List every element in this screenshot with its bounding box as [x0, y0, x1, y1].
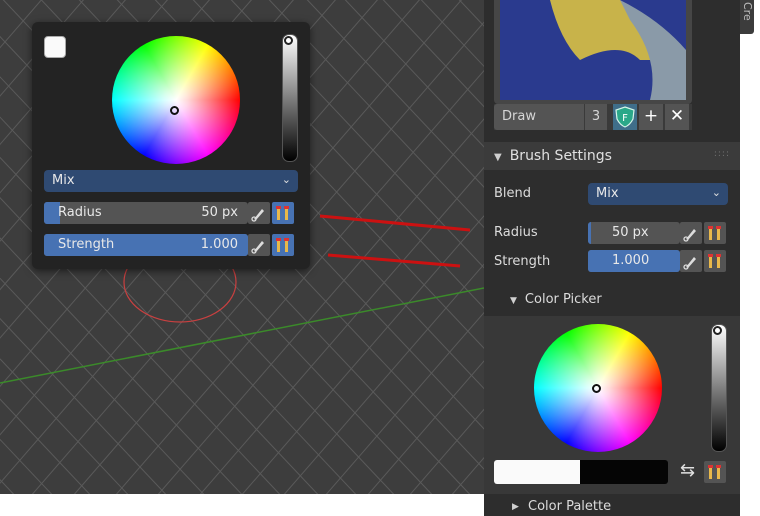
unlink-brush-button[interactable]: ✕ — [665, 104, 689, 130]
properties-panel: Draw 3 F + ✕ ▼ Brush Settings :::: Blend … — [484, 0, 740, 494]
pen-pressure-icon — [251, 209, 264, 222]
annotation-line-strength — [327, 253, 461, 268]
strength-pressure-button[interactable] — [680, 250, 702, 272]
color-palette-header[interactable]: ▶ Color Palette — [484, 494, 740, 516]
color-palette-title: Color Palette — [528, 499, 612, 514]
color-picker-title: Color Picker — [524, 292, 602, 307]
value-knob[interactable] — [713, 326, 722, 335]
brush-thumbnail-image — [500, 0, 686, 100]
brush-users-value: 3 — [591, 109, 601, 124]
chevron-down-icon: ⌄ — [711, 186, 721, 199]
new-brush-plus-icon: + — [643, 106, 659, 126]
brush-users-count[interactable]: 3 — [585, 104, 607, 130]
popup-blend-dropdown[interactable]: Mix ⌄ — [44, 170, 298, 192]
strength-slider[interactable]: 1.000 — [588, 250, 680, 272]
color-unified-button[interactable] — [704, 461, 726, 483]
popup-radius-pressure-button[interactable] — [248, 202, 270, 224]
collapse-triangle-icon: ▼ — [510, 296, 517, 306]
fake-user-button[interactable]: F — [613, 104, 637, 130]
blend-label: Blend — [494, 186, 532, 201]
secondary-color-swatch[interactable] — [580, 460, 668, 484]
popup-strength-label: Strength — [58, 237, 115, 252]
blend-dropdown[interactable]: Mix ⌄ — [588, 183, 728, 205]
chevron-down-icon: ⌄ — [281, 173, 291, 186]
radius-fill — [588, 222, 591, 244]
brush-name-field[interactable]: Draw — [494, 104, 584, 130]
popup-value-slider[interactable] — [282, 34, 298, 162]
fake-user-shield-icon: F — [615, 106, 635, 128]
panel-value-slider[interactable] — [711, 324, 727, 452]
blend-value: Mix — [596, 186, 619, 201]
strength-value: 1.000 — [612, 253, 650, 268]
popup-strength-slider[interactable]: Strength 1.000 — [44, 234, 248, 256]
palette-swap-icon — [276, 238, 289, 252]
brush-settings-header[interactable]: ▼ Brush Settings :::: — [484, 142, 740, 170]
popup-radius-value: 50 px — [201, 205, 238, 220]
pen-pressure-icon — [251, 241, 264, 254]
radius-pressure-button[interactable] — [680, 222, 702, 244]
popup-radius-slider[interactable]: Radius 50 px — [44, 202, 248, 224]
current-color-swatch[interactable] — [44, 36, 66, 58]
strength-unified-button[interactable] — [704, 250, 726, 272]
value-knob[interactable] — [284, 36, 293, 45]
radius-slider[interactable]: 50 px — [588, 222, 680, 244]
brush-selector-row: Draw 3 F + ✕ — [494, 104, 692, 130]
palette-swap-icon — [708, 254, 721, 268]
popup-strength-unified-button[interactable] — [272, 234, 294, 256]
popup-color-wheel[interactable] — [112, 36, 240, 164]
color-picker-header[interactable]: ▼ Color Picker — [510, 292, 602, 307]
svg-text:F: F — [622, 113, 628, 124]
brush-settings-title: Brush Settings — [509, 148, 612, 164]
popup-radius-unified-button[interactable] — [272, 202, 294, 224]
drag-grip-icon[interactable]: :::: — [714, 149, 730, 159]
strength-label: Strength — [494, 254, 551, 269]
unlink-x-icon: ✕ — [669, 106, 685, 126]
brush-name: Draw — [502, 109, 536, 124]
expand-triangle-icon: ▶ — [512, 502, 519, 512]
pen-pressure-icon — [683, 257, 696, 270]
popup-blend-value: Mix — [52, 173, 75, 188]
palette-swap-icon — [708, 465, 721, 479]
radius-unified-button[interactable] — [704, 222, 726, 244]
panel-color-wheel[interactable] — [534, 324, 662, 452]
popup-radius-label: Radius — [58, 205, 102, 220]
brush-popup: Mix ⌄ Radius 50 px Strength 1.000 — [32, 22, 310, 269]
palette-swap-icon — [276, 206, 289, 220]
wheel-cursor[interactable] — [170, 106, 179, 115]
primary-color-swatch[interactable] — [494, 460, 580, 484]
wheel-cursor[interactable] — [592, 384, 601, 393]
collapse-triangle-icon: ▼ — [494, 152, 502, 163]
brush-thumbnail[interactable] — [500, 0, 686, 100]
side-tab-label: Cre — [741, 2, 754, 21]
new-brush-button[interactable]: + — [639, 104, 663, 130]
palette-swap-icon — [708, 226, 721, 240]
radius-label: Radius — [494, 225, 538, 240]
annotation-line-radius — [319, 214, 471, 232]
side-tab-create[interactable]: Cre — [740, 0, 754, 34]
right-margin — [740, 0, 760, 516]
popup-strength-pressure-button[interactable] — [248, 234, 270, 256]
swap-colors-icon[interactable]: ⇆ — [680, 460, 695, 481]
popup-strength-value: 1.000 — [200, 237, 238, 252]
radius-value: 50 px — [612, 225, 649, 240]
pen-pressure-icon — [683, 229, 696, 242]
